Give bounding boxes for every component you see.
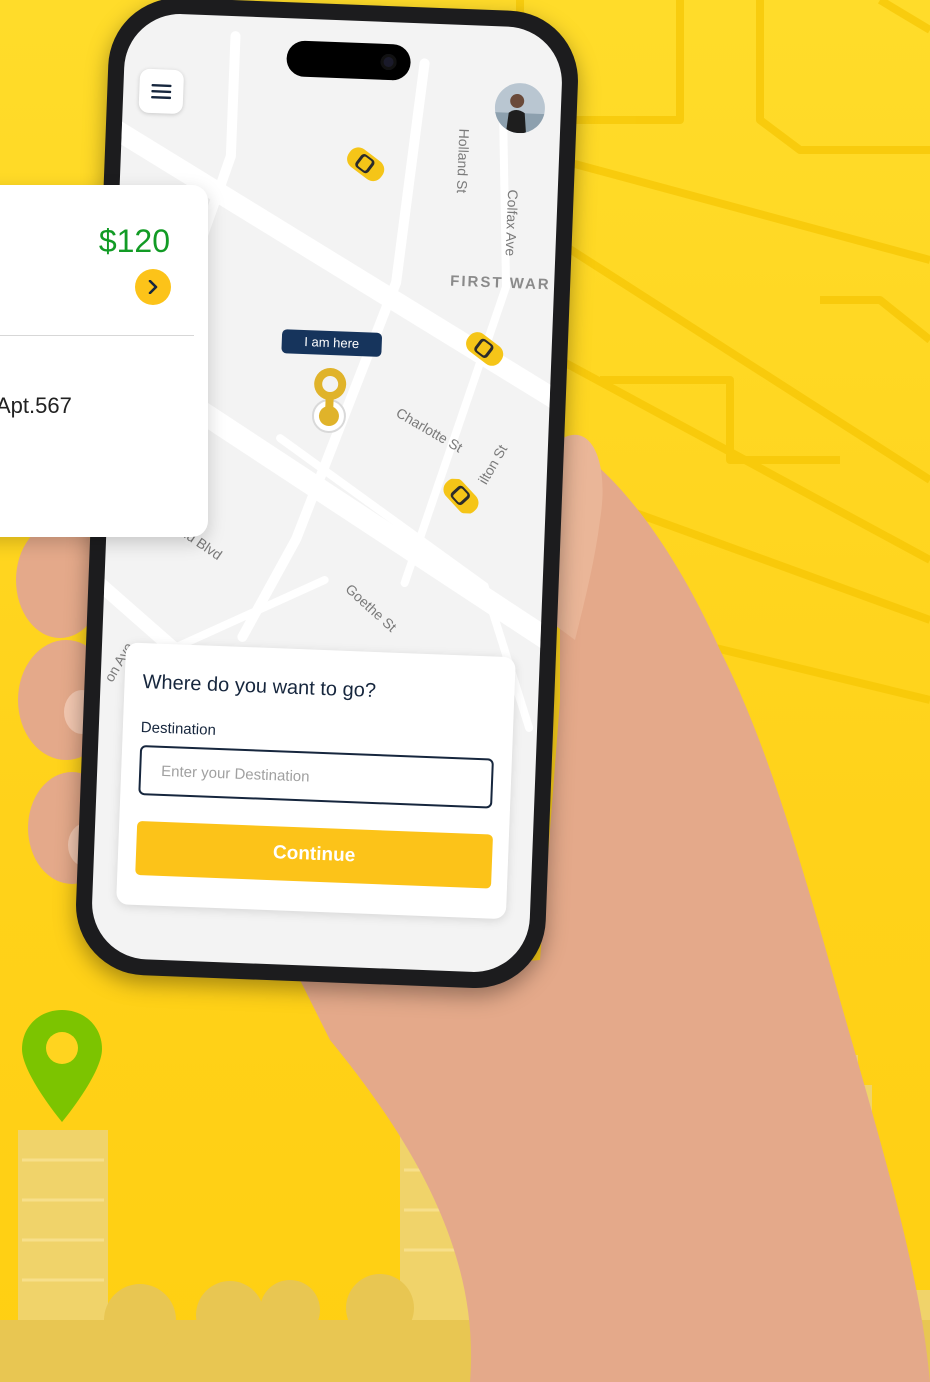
destination-label: Destination — [140, 719, 217, 739]
street-label-holland: Holland St — [453, 128, 473, 194]
current-location-tag: I am here — [281, 329, 383, 357]
taxi-car-icon[interactable] — [342, 146, 389, 182]
dynamic-island — [285, 40, 412, 81]
street-label-colfax: Colfax Ave — [502, 189, 522, 257]
taxi-car-icon[interactable] — [437, 478, 484, 515]
destination-input[interactable] — [138, 745, 494, 809]
destination-sheet: Where do you want to go? Destination Con… — [116, 642, 516, 920]
fare-card: $120 Apt.567 — [0, 185, 208, 537]
camera-icon — [380, 53, 397, 71]
sheet-title: Where do you want to go? — [142, 671, 377, 703]
continue-button[interactable]: Continue — [135, 820, 494, 889]
address-text: Apt.567 — [0, 393, 72, 418]
menu-button[interactable] — [138, 68, 185, 115]
fare-next-button[interactable] — [135, 269, 171, 305]
taxi-car-icon[interactable] — [461, 331, 508, 367]
promo-background: Holland St Colfax Ave Charlotte St ilton… — [0, 0, 930, 1382]
fare-price: $120 — [98, 223, 170, 259]
current-location-pin-icon[interactable] — [306, 365, 353, 437]
card-divider — [0, 335, 194, 336]
chevron-right-icon — [148, 280, 158, 294]
hamburger-menu-icon — [151, 84, 172, 100]
